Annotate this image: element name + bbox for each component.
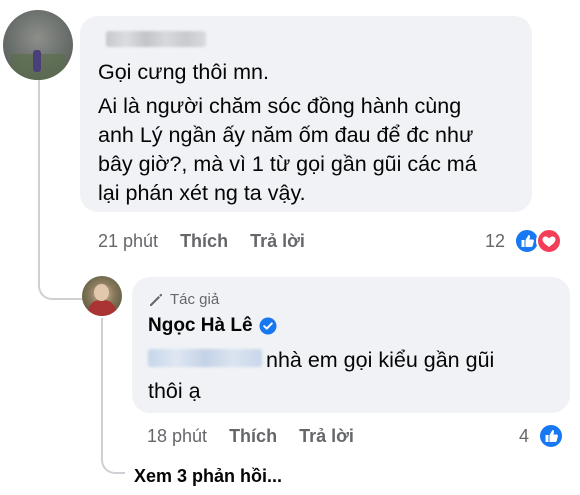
author-avatar[interactable] [82, 276, 122, 316]
see-more-replies-link[interactable]: Xem 3 phản hồi... [134, 466, 282, 487]
reply-author: Ngọc Hà Lê [148, 315, 277, 337]
like-button[interactable]: Thích [180, 231, 228, 252]
verified-badge-icon [259, 317, 277, 335]
author-badge-label: Tác giả [170, 291, 220, 308]
reply-text-line: thôi ạ [148, 379, 201, 403]
comment-text-line: anh Lý ngần ấy năm ốm đau để đc như [98, 123, 474, 147]
like-icon [538, 423, 564, 449]
reply-button[interactable]: Trả lời [250, 231, 305, 252]
thread-connector [38, 80, 40, 280]
reaction-count[interactable]: 4 [519, 426, 529, 447]
reaction-count[interactable]: 12 [485, 231, 505, 252]
reply-text: nhà em gọi kiểu gần gũi thôi ạ [148, 345, 558, 407]
thread-branch-reply [38, 264, 86, 300]
reactions-summary[interactable] [538, 423, 568, 449]
reply-actions: 18 phút Thích Trả lời [147, 426, 354, 447]
comment-thread: Gọi cưng thôi mn. Ai là người chăm sóc đ… [0, 0, 580, 495]
comment-text: Gọi cưng thôi mn. Ai là người chăm sóc đ… [98, 58, 530, 208]
pencil-icon [150, 293, 163, 306]
reply-text-line: nhà em gọi kiểu gần gũi [266, 348, 495, 372]
comment-text-line: bây giờ?, mà vì 1 từ gọi gần gũi các má [98, 152, 477, 176]
thread-connector-reply [101, 318, 103, 448]
comment-actions: 21 phút Thích Trả lời [98, 231, 305, 252]
comment-text-line: Gọi cưng thôi mn. [98, 60, 269, 84]
comment-text-line: Ai là người chăm sóc đồng hành cùng [98, 94, 462, 118]
reactions-summary[interactable] [514, 228, 574, 254]
commenter-avatar[interactable] [3, 10, 73, 80]
reply-timestamp[interactable]: 18 phút [147, 426, 207, 447]
commenter-name-blurred[interactable] [106, 31, 206, 47]
like-button[interactable]: Thích [229, 426, 277, 447]
reply-button[interactable]: Trả lời [299, 426, 354, 447]
comment-text-line: lại phán xét ng ta vậy. [98, 181, 306, 205]
reply-author-name[interactable]: Ngọc Hà Lê [148, 315, 253, 337]
comment-timestamp[interactable]: 21 phút [98, 231, 158, 252]
author-badge: Tác giả [148, 291, 219, 308]
thread-branch-see-replies [101, 440, 125, 474]
like-icon [514, 228, 540, 254]
love-icon [536, 228, 562, 254]
